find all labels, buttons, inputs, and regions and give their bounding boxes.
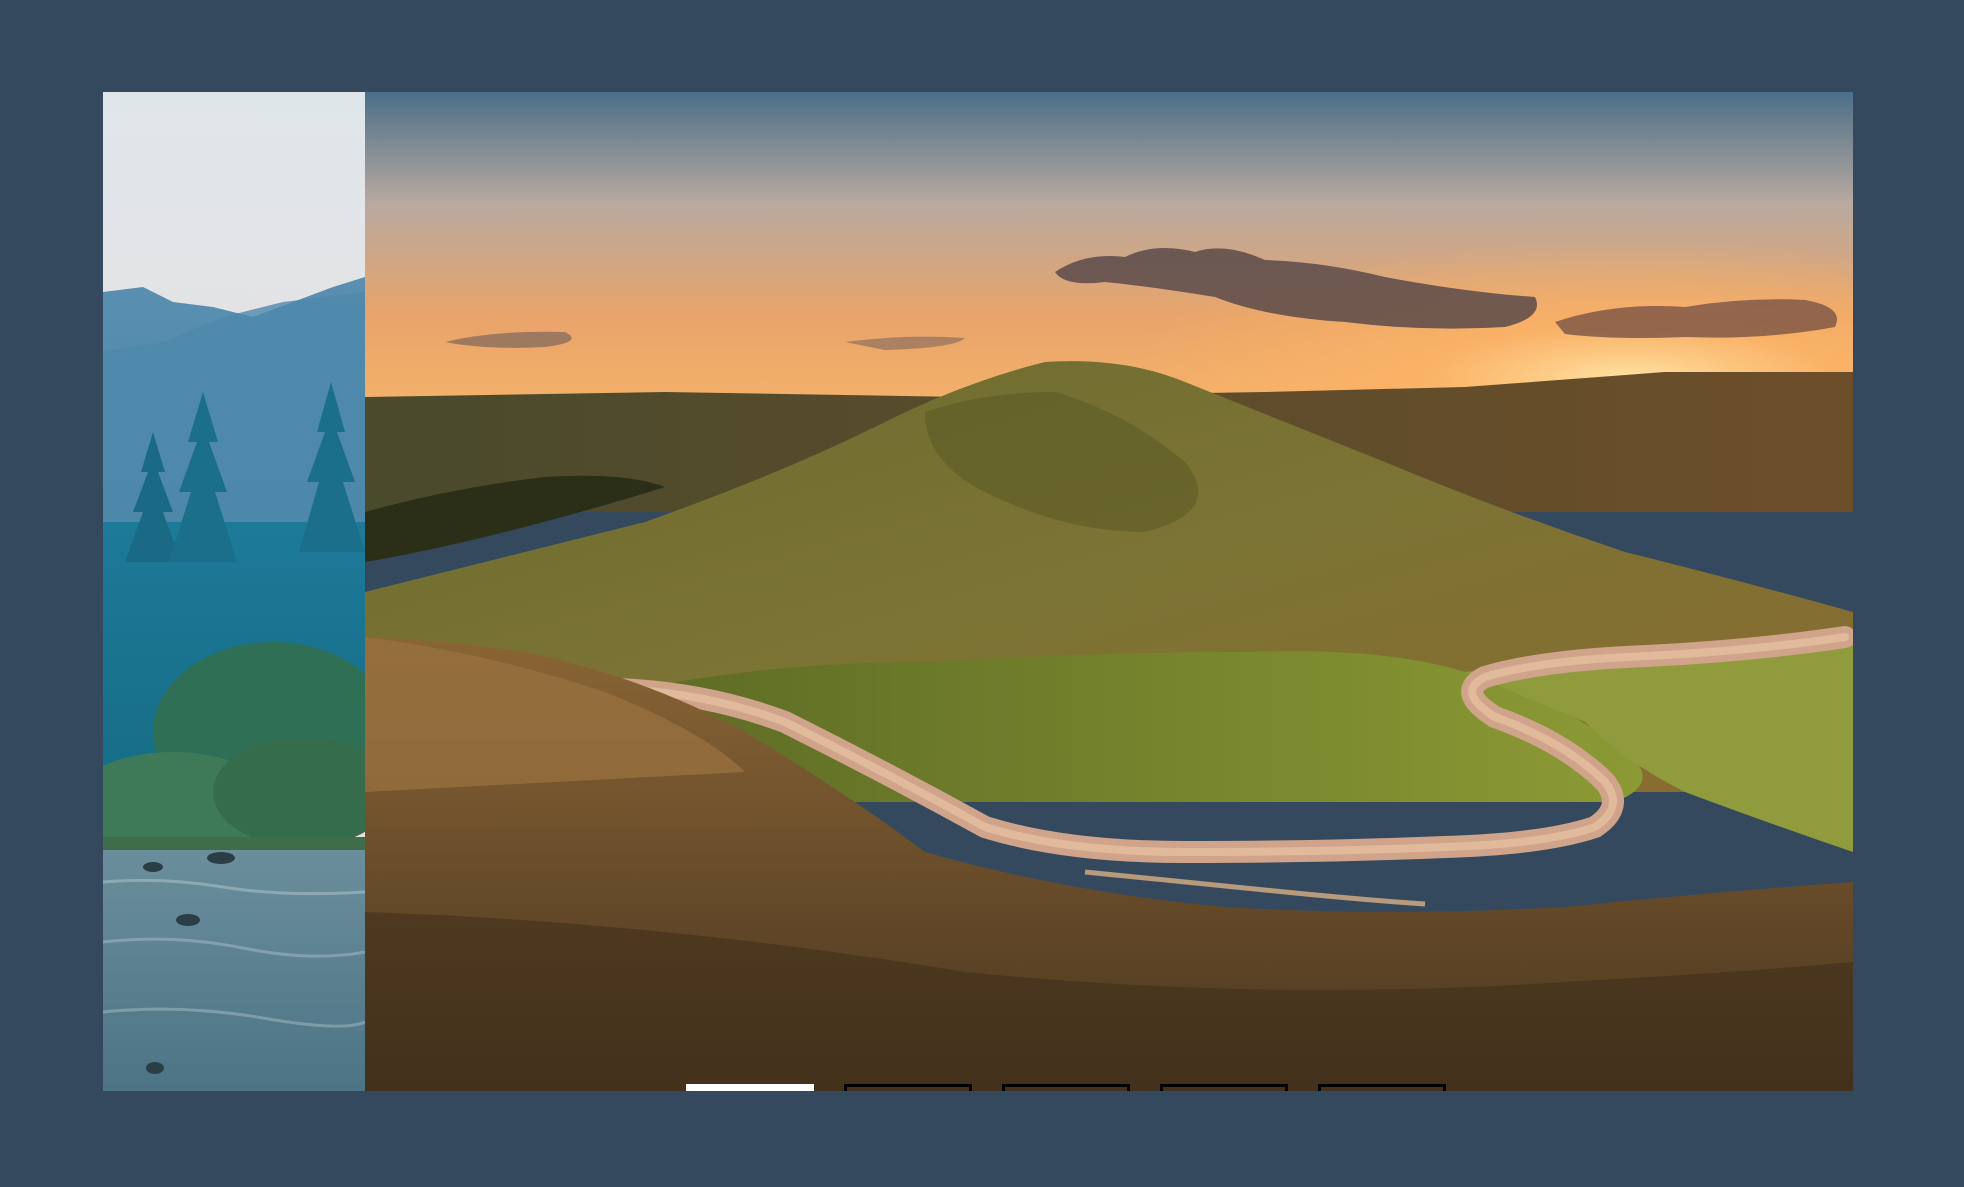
hill-road-sunset-image — [365, 92, 1853, 1091]
carousel-indicator-2[interactable] — [844, 1084, 972, 1091]
forest-river-image — [103, 92, 365, 1091]
carousel-indicators — [686, 1084, 1446, 1091]
carousel-slide-previous[interactable] — [103, 92, 365, 1091]
image-carousel[interactable] — [103, 92, 1853, 1091]
page-background — [0, 0, 1964, 1187]
carousel-indicator-4[interactable] — [1160, 1084, 1288, 1091]
carousel-indicator-1[interactable] — [686, 1084, 814, 1091]
carousel-slide-current[interactable] — [365, 92, 1853, 1091]
carousel-indicator-5[interactable] — [1318, 1084, 1446, 1091]
carousel-indicator-3[interactable] — [1002, 1084, 1130, 1091]
